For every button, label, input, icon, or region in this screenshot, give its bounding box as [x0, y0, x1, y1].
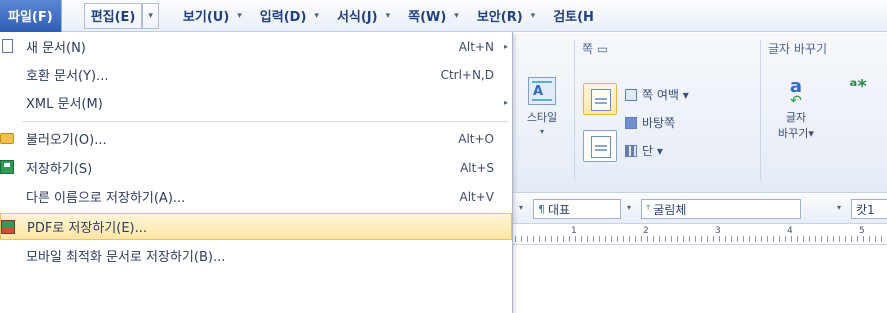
page-group-title: 쪽 ▭: [582, 42, 609, 56]
menu-item-save-mobile[interactable]: 모바일 최적화 문서로 저장하기(B)...: [0, 242, 512, 269]
file-menu-dropdown: 새 문서(N) Alt+N ▸ 호환 문서(Y)... Ctrl+N,D XML…: [0, 32, 513, 313]
style-icon: A: [528, 77, 556, 105]
font-combo[interactable]: ᵀ 굴림체: [641, 199, 801, 219]
ruler-number: 4: [787, 226, 793, 236]
menu-item-label: PDF로 저장하기(E)...: [27, 221, 148, 236]
convert-text-label-1: 글자: [785, 111, 807, 124]
menu-edit[interactable]: 편집(E): [83, 2, 143, 29]
menu-item-xml-document[interactable]: XML 문서(M) ▸: [0, 89, 512, 116]
horizontal-ruler[interactable]: 1 2 3 4 5: [513, 225, 887, 245]
convert-text-button[interactable]: a ↶ 글자 바꾸기▾: [773, 76, 819, 141]
columns-label: 단 ▾: [642, 144, 663, 158]
page-margin-button[interactable]: 쪽 여백 ▾: [625, 86, 689, 103]
paragraph-style-combo[interactable]: ¶ 대표: [533, 199, 621, 219]
ruler-ticks: [515, 236, 887, 242]
chevron-down-icon[interactable]: ▾: [454, 11, 459, 21]
columns-icon: [625, 144, 637, 157]
open-folder-icon: [0, 133, 14, 144]
menu-item-new-document[interactable]: 새 문서(N) Alt+N ▸: [0, 33, 512, 60]
submenu-arrow-icon: ▸: [503, 42, 508, 51]
font-icon: ᵀ: [646, 202, 651, 216]
menu-file[interactable]: 파일(F): [0, 0, 62, 32]
menu-item-save-as-pdf[interactable]: PDF로 저장하기(E)...: [0, 213, 512, 240]
font-size-combo[interactable]: 캇1: [851, 199, 887, 219]
pdf-save-icon: [1, 220, 15, 234]
menu-item-shortcut: Ctrl+N,D: [440, 67, 494, 82]
menu-item-save[interactable]: 저장하기(S) Alt+S: [0, 154, 512, 181]
ribbon-separator: [574, 40, 575, 180]
columns-button[interactable]: 단 ▾: [625, 142, 663, 159]
chevron-down-icon[interactable]: ▾: [314, 11, 319, 21]
page-margin-icon: [625, 88, 637, 101]
convert-format-icon: ᵃ*: [849, 76, 867, 97]
menu-item-label: 새 문서(N): [26, 41, 86, 56]
menu-item-label: XML 문서(M): [26, 97, 103, 112]
menu-bar: 파일(F) 편집(E) ▾ 보기(U) ▾ 입력(D) ▾ 서식(J) ▾ 쪽(…: [0, 0, 887, 32]
ruler-number: 5: [859, 226, 865, 236]
page-icon: [591, 89, 611, 111]
page-layout-button[interactable]: [583, 83, 617, 115]
menu-review[interactable]: 검토(H: [547, 0, 600, 32]
background-page-label: 바탕쪽: [642, 116, 676, 130]
new-document-icon: [2, 39, 13, 53]
formatting-toolbar: ▾ ¶ 대표 ▾ ᵀ 굴림체 ▾ 캇1: [513, 194, 887, 224]
menu-item-label: 불러오기(O)...: [26, 133, 107, 148]
paragraph-style-icon: ¶: [538, 202, 545, 216]
background-page-icon: [625, 116, 637, 129]
paragraph-style-value: 대표: [548, 202, 571, 217]
menu-format[interactable]: 서식(J): [331, 0, 384, 32]
menu-item-shortcut: Alt+S: [460, 160, 494, 175]
menu-view[interactable]: 보기(U): [177, 0, 235, 32]
menu-item-label: 모바일 최적화 문서로 저장하기(B)...: [26, 250, 226, 265]
chevron-down-icon[interactable]: ▾: [237, 11, 242, 21]
menu-item-label: 호환 문서(Y)...: [26, 69, 109, 84]
convert-format-button[interactable]: ᵃ*: [838, 76, 878, 97]
page-icon: [591, 136, 611, 158]
font-value: 굴림체: [653, 202, 687, 217]
menu-item-compatible-document[interactable]: 호환 문서(Y)... Ctrl+N,D: [0, 61, 512, 88]
menu-page[interactable]: 쪽(W): [402, 0, 452, 32]
chevron-down-icon[interactable]: ▾: [531, 11, 536, 21]
ruler-number: 2: [643, 226, 649, 236]
style-button[interactable]: A 스타일 ▾: [517, 77, 567, 157]
menu-item-open[interactable]: 불러오기(O)... Alt+O: [0, 125, 512, 152]
ribbon-separator: [760, 40, 761, 180]
chevron-down-icon[interactable]: ▾: [837, 203, 841, 212]
menu-edit-dropdown-arrow-icon[interactable]: ▾: [142, 2, 159, 29]
menu-item-shortcut: Alt+V: [459, 189, 494, 204]
save-icon: [0, 160, 14, 174]
menu-item-label: 다른 이름으로 저장하기(A)...: [26, 191, 186, 206]
menu-separator: [22, 121, 508, 122]
ribbon: [513, 33, 887, 193]
background-page-button[interactable]: 바탕쪽: [625, 114, 675, 131]
menu-item-shortcut: Alt+O: [458, 131, 494, 146]
menu-security[interactable]: 보안(R): [471, 0, 529, 32]
page-margin-label: 쪽 여백 ▾: [642, 88, 689, 102]
chevron-down-icon: ▾: [539, 127, 544, 136]
page-layout-alt-button[interactable]: [583, 130, 617, 162]
submenu-arrow-icon: ▸: [503, 98, 508, 107]
font-size-value: 캇1: [856, 202, 875, 217]
menu-item-save-as[interactable]: 다른 이름으로 저장하기(A)... Alt+V: [0, 183, 512, 210]
convert-text-label-2: 바꾸기▾: [778, 127, 814, 140]
chevron-down-icon[interactable]: ▾: [627, 203, 631, 212]
ruler-number: 1: [571, 226, 577, 236]
menu-item-shortcut: Alt+N: [458, 39, 494, 54]
convert-group-title: 글자 바꾸기: [768, 42, 828, 56]
menu-insert[interactable]: 입력(D): [254, 0, 313, 32]
chevron-down-icon[interactable]: ▾: [386, 11, 391, 21]
ruler-number: 3: [715, 226, 721, 236]
chevron-down-icon[interactable]: ▾: [519, 203, 523, 212]
menu-item-label: 저장하기(S): [26, 162, 93, 177]
style-button-label: 스타일: [526, 111, 558, 124]
